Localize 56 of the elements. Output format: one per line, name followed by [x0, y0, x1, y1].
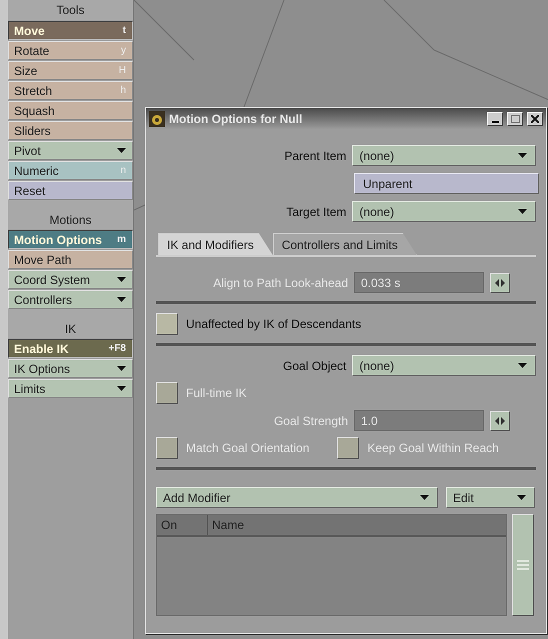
spin-button[interactable]: [490, 272, 510, 292]
toolbar-button[interactable]: Rotate y: [8, 41, 133, 60]
section-heading: Tools: [8, 0, 133, 20]
section-heading: IK: [8, 309, 133, 338]
dropdown-arrow-icon: [517, 495, 526, 500]
dropdown-arrow-icon: [117, 386, 126, 391]
toolbar-button[interactable]: Controllers: [8, 290, 133, 309]
checkbox[interactable]: Unaffected by IK of Descendants: [156, 313, 536, 335]
toolbar-button[interactable]: Sliders: [8, 121, 133, 140]
arrows-icon: [495, 416, 505, 424]
arrows-icon: [495, 278, 505, 286]
dropdown-arrow-icon: [518, 209, 527, 214]
spin-button[interactable]: [490, 410, 510, 430]
minimize-button[interactable]: [487, 112, 503, 126]
dropdown-arrow-icon: [117, 148, 126, 153]
scrollbar[interactable]: [512, 514, 534, 616]
add-modifier-dropdown[interactable]: Add Modifier: [156, 487, 438, 508]
goal-object-dropdown[interactable]: (none): [352, 355, 536, 376]
minimize-icon: [492, 120, 498, 122]
toolbar-button[interactable]: Numeric n: [8, 161, 133, 180]
toolbar-button[interactable]: Pivot: [8, 141, 133, 160]
toolbar-button[interactable]: Coord System: [8, 270, 133, 289]
unparent-button[interactable]: Unparent: [354, 173, 539, 194]
toolbar-button[interactable]: Move Path: [8, 250, 133, 269]
tab[interactable]: Controllers and Limits: [272, 233, 417, 255]
dropdown-arrow-icon: [518, 153, 527, 158]
field-label: Goal Object: [282, 358, 346, 372]
target-item-dropdown[interactable]: (none): [352, 201, 536, 222]
section-heading: Motions: [8, 200, 133, 229]
field-label: Target Item: [285, 204, 346, 218]
dropdown-arrow-icon: [117, 366, 126, 371]
toolbar-button[interactable]: Enable IK +F8: [8, 339, 133, 358]
toolbar-button[interactable]: Limits: [8, 379, 133, 398]
window-title: Motion Options for Null: [169, 112, 304, 126]
toolbar-button[interactable]: Size H: [8, 61, 133, 80]
dropdown-arrow-icon: [117, 297, 126, 302]
dropdown-arrow-icon: [117, 277, 126, 282]
toolbar-button[interactable]: Move t: [8, 21, 133, 40]
close-icon: [531, 114, 539, 122]
parent-item-dropdown[interactable]: (none): [352, 145, 536, 166]
toolbar-button[interactable]: Reset: [8, 181, 133, 200]
dropdown-arrow-icon: [518, 363, 527, 368]
maximize-button[interactable]: [507, 112, 523, 126]
field-label: Goal Strength: [272, 414, 348, 428]
edit-dropdown[interactable]: Edit: [446, 487, 535, 508]
field-label: Align to Path Look-ahead: [212, 276, 348, 290]
tab[interactable]: IK and Modifiers: [158, 233, 273, 255]
field-label: Parent Item: [283, 148, 346, 162]
close-button[interactable]: [527, 112, 543, 126]
dropdown-arrow-icon: [420, 495, 429, 500]
toolbar-button[interactable]: Motion Options m: [8, 230, 133, 249]
toolbar-button[interactable]: IK Options: [8, 359, 133, 378]
app-icon: [149, 110, 165, 126]
toolbar-button[interactable]: Squash: [8, 101, 133, 120]
maximize-icon: [510, 114, 520, 122]
toolbar-button[interactable]: Stretch h: [8, 81, 133, 100]
